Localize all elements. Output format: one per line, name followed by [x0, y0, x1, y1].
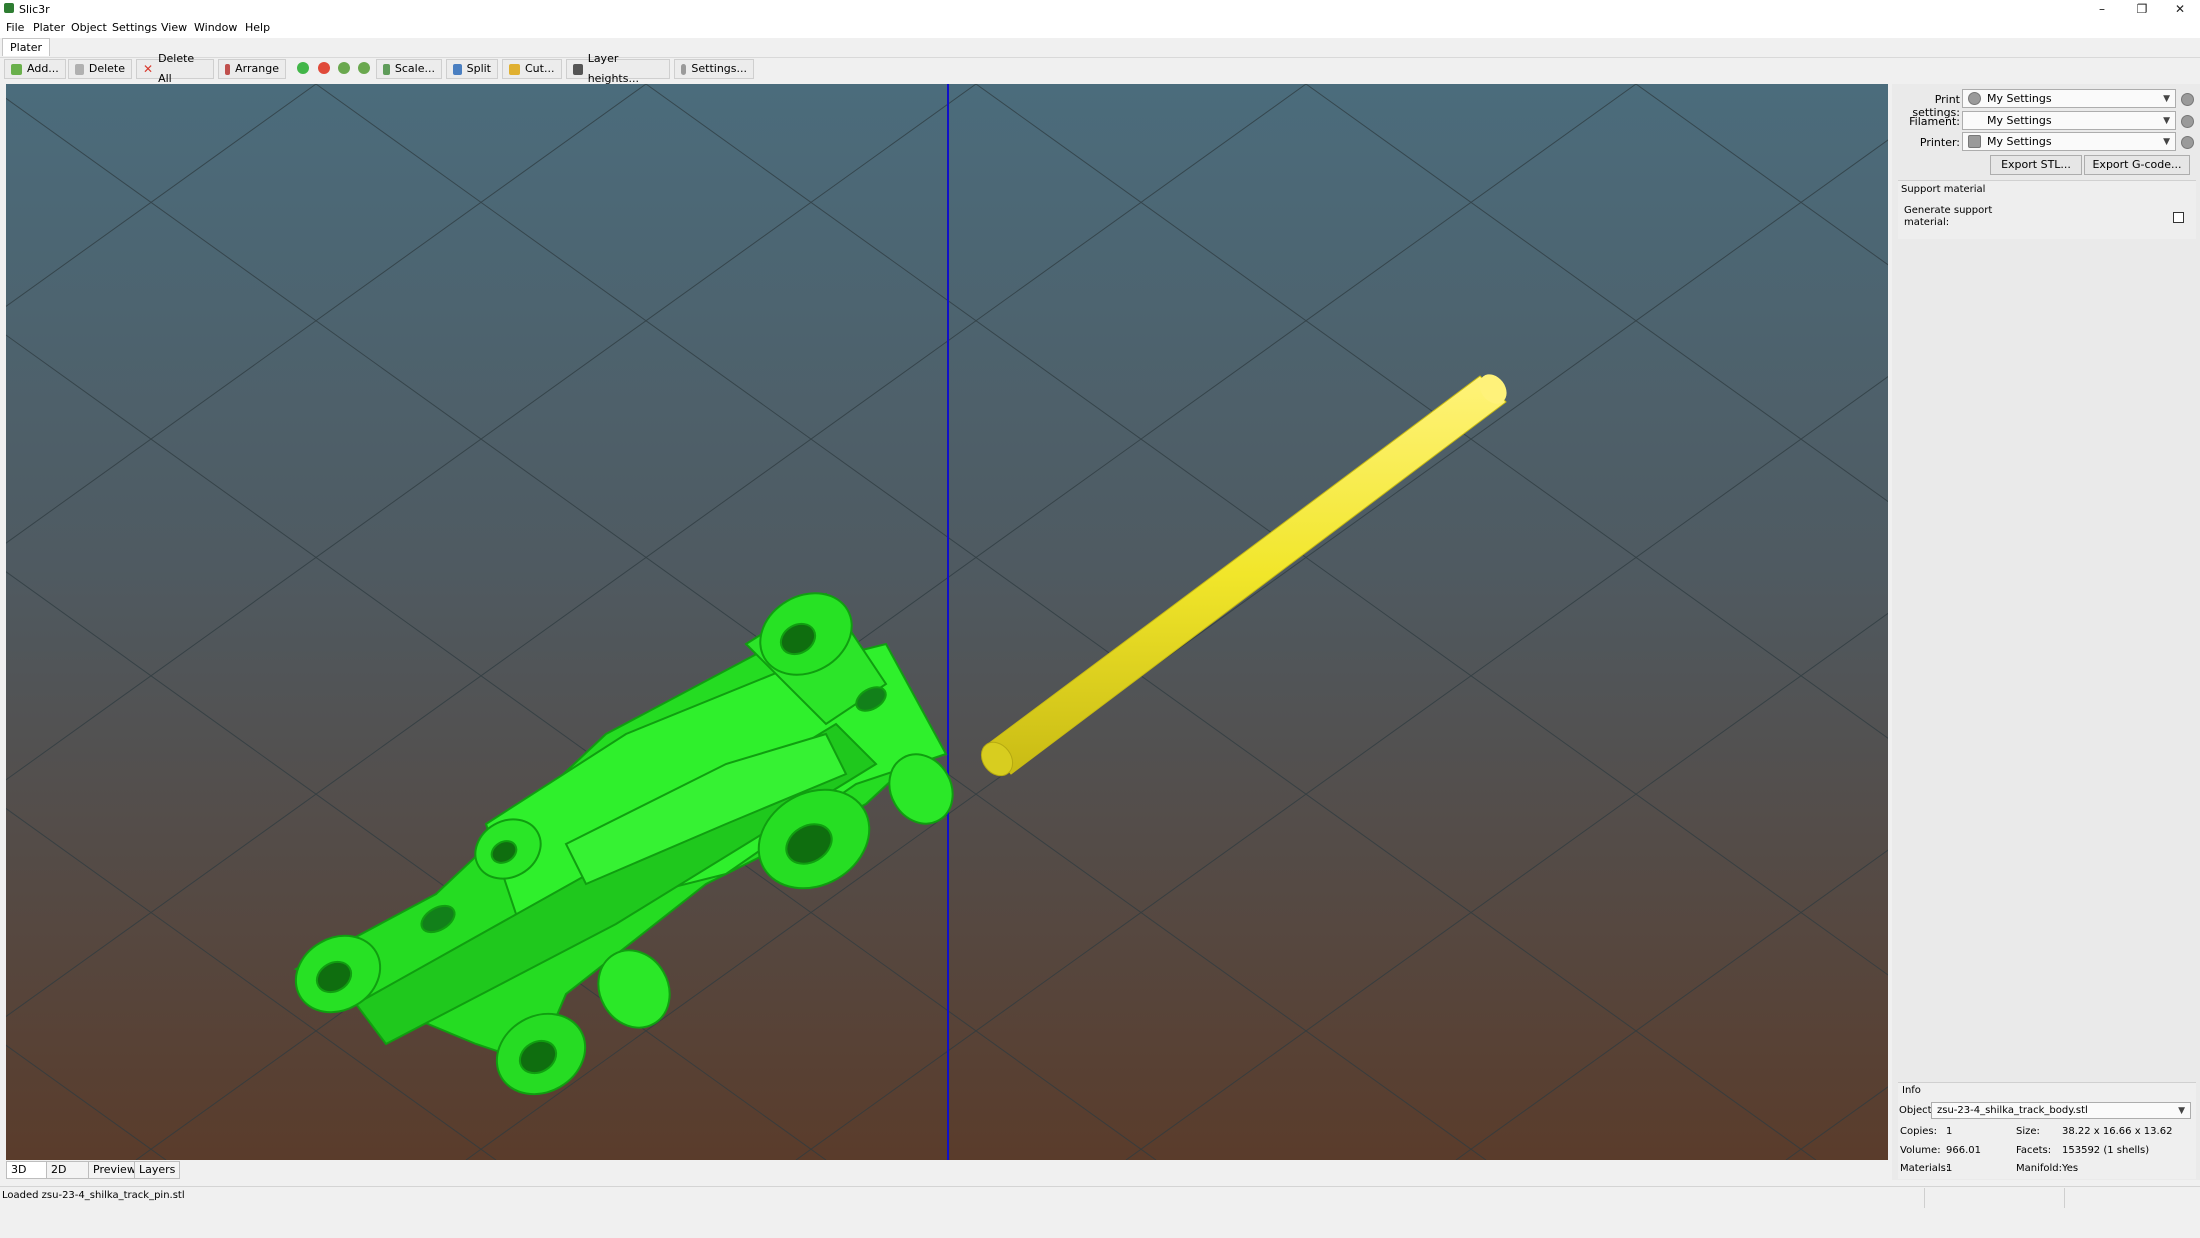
manifold-value: Yes: [2062, 1163, 2079, 1174]
arrange-button[interactable]: Arrange: [218, 59, 286, 79]
delete-all-label: Delete All: [158, 52, 195, 85]
toolbar: [0, 57, 2200, 83]
status-divider: [1924, 1188, 1925, 1208]
object-value: zsu-23-4_shilka_track_body.stl: [1937, 1105, 2088, 1116]
cut-label: Cut...: [525, 62, 555, 75]
settings-button[interactable]: Settings...: [674, 59, 754, 79]
menu-file[interactable]: File: [6, 21, 24, 34]
generate-support-checkbox[interactable]: [2173, 212, 2184, 223]
gear-icon: [1968, 92, 1981, 105]
printer-dropdown[interactable]: My Settings ▼: [1962, 132, 2176, 151]
delete-button[interactable]: Delete: [68, 59, 132, 79]
object-label: Object:: [1899, 1105, 1935, 1116]
scale-icon: [383, 63, 390, 75]
menu-plater[interactable]: Plater: [33, 21, 65, 34]
delete-all-button[interactable]: ✕ Delete All: [136, 52, 214, 85]
increase-copies-icon[interactable]: [297, 62, 309, 74]
size-value: 38.22 x 16.66 x 13.62: [2062, 1126, 2173, 1137]
cut-icon: [509, 63, 520, 75]
print-settings-gear-icon[interactable]: [2181, 93, 2194, 106]
generate-support-label-2: material:: [1904, 217, 1950, 228]
copies-label: Copies:: [1900, 1126, 1937, 1137]
window-title: Slic3r: [19, 3, 50, 16]
export-stl-button[interactable]: Export STL...: [1990, 155, 2082, 175]
split-button[interactable]: Split: [446, 59, 498, 79]
title-bar: [0, 0, 2200, 18]
decrease-copies-icon[interactable]: [318, 62, 330, 74]
printer-icon: [1968, 135, 1981, 148]
split-icon: [453, 63, 462, 75]
3d-viewport[interactable]: [6, 84, 1888, 1160]
minimize-button[interactable]: –: [2082, 0, 2122, 18]
gear-icon: [681, 63, 687, 75]
facets-label: Facets:: [2016, 1145, 2052, 1156]
layer-heights-icon: [573, 63, 583, 75]
export-gcode-button[interactable]: Export G-code...: [2084, 155, 2190, 175]
menu-window[interactable]: Window: [194, 21, 237, 34]
rotate-left-icon[interactable]: [338, 62, 350, 74]
menu-help[interactable]: Help: [245, 21, 270, 34]
printer-gear-icon[interactable]: [2181, 136, 2194, 149]
3d-scene[interactable]: [6, 84, 1888, 1160]
printer-value: My Settings: [1987, 135, 2052, 148]
manifold-label: Manifold:: [2016, 1163, 2063, 1174]
filament-label: Filament:: [1909, 115, 1960, 128]
volume-value: 966.01: [1946, 1145, 1981, 1156]
tab-strip: [0, 38, 2200, 56]
arrange-icon: [225, 63, 231, 75]
filament-gear-icon[interactable]: [2181, 115, 2194, 128]
view-tab-preview[interactable]: Preview: [88, 1161, 138, 1179]
copies-value: 1: [1946, 1126, 1953, 1137]
menu-object[interactable]: Object: [71, 21, 107, 34]
split-label: Split: [466, 62, 491, 75]
chevron-down-icon: ▼: [2163, 115, 2170, 126]
menu-bar: [0, 18, 2200, 38]
scale-label: Scale...: [394, 62, 435, 75]
settings-panel: [1892, 84, 2200, 1180]
menu-settings[interactable]: Settings: [112, 21, 157, 34]
filament-value: My Settings: [1987, 114, 2052, 127]
chevron-down-icon: ▼: [2178, 1105, 2185, 1116]
filament-dropdown[interactable]: My Settings ▼: [1962, 111, 2176, 130]
materials-label: Materials:: [1900, 1163, 1950, 1174]
close-button[interactable]: ✕: [2160, 0, 2200, 18]
rotate-right-icon[interactable]: [358, 62, 370, 74]
print-settings-dropdown[interactable]: My Settings ▼: [1962, 89, 2176, 108]
volume-label: Volume:: [1900, 1145, 1941, 1156]
status-bar: [0, 1186, 2200, 1211]
delete-all-icon: ✕: [143, 62, 154, 76]
scale-button[interactable]: Scale...: [376, 59, 442, 79]
view-tab-layers[interactable]: Layers: [134, 1161, 180, 1179]
view-tab-2d[interactable]: 2D: [46, 1161, 90, 1179]
materials-value: 1: [1946, 1163, 1953, 1174]
object-dropdown[interactable]: zsu-23-4_shilka_track_body.stl ▼: [1931, 1102, 2191, 1119]
status-divider: [2064, 1188, 2065, 1208]
chevron-down-icon: ▼: [2163, 93, 2170, 104]
support-material-heading: Support material: [1901, 184, 1986, 195]
chevron-down-icon: ▼: [2163, 136, 2170, 147]
restore-button[interactable]: ❐: [2122, 0, 2162, 18]
layer-heights-label: Layer heights...: [587, 52, 639, 85]
facets-value: 153592 (1 shells): [2062, 1145, 2150, 1156]
size-label: Size:: [2016, 1126, 2040, 1137]
cut-button[interactable]: Cut...: [502, 59, 562, 79]
info-heading: Info: [1902, 1085, 1921, 1096]
print-settings-value: My Settings: [1987, 92, 2052, 105]
layer-heights-button[interactable]: Layer heights...: [566, 52, 670, 85]
status-text: Loaded zsu-23-4_shilka_track_pin.stl: [2, 1190, 185, 1201]
printer-label: Printer:: [1919, 136, 1960, 149]
arrange-label: Arrange: [235, 62, 279, 75]
add-button[interactable]: Add...: [4, 59, 66, 79]
generate-support-label: Generate support: [1904, 205, 1993, 216]
view-tab-3d[interactable]: 3D: [6, 1161, 50, 1179]
menu-view[interactable]: View: [161, 21, 187, 34]
add-icon: [11, 63, 22, 75]
settings-label: Settings...: [691, 62, 747, 75]
delete-label: Delete: [88, 62, 125, 75]
delete-icon: [75, 63, 84, 75]
tab-plater[interactable]: Plater: [2, 38, 51, 56]
add-label: Add...: [27, 62, 59, 75]
slic3r-logo-icon: [4, 3, 14, 13]
